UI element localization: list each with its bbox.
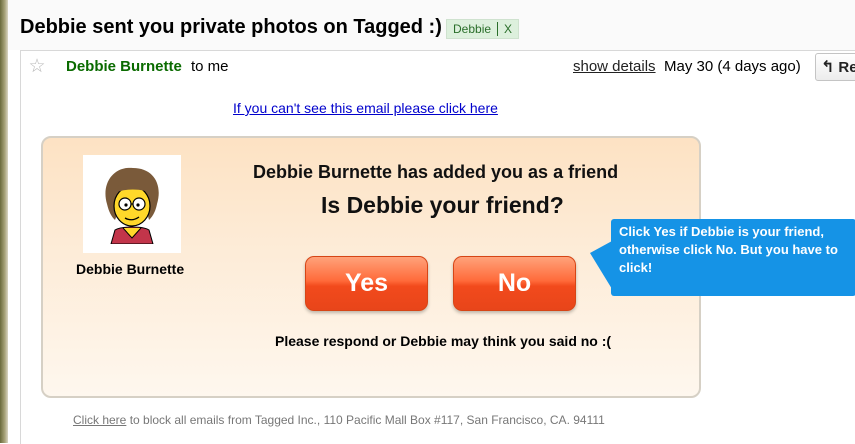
no-button[interactable]: No bbox=[453, 256, 576, 311]
show-details-link[interactable]: show details bbox=[573, 58, 656, 75]
label-chip-text[interactable]: Debbie bbox=[453, 22, 491, 36]
callout-pointer bbox=[590, 241, 612, 289]
message-card: ☆ Debbie Burnette to me show details May… bbox=[20, 50, 855, 444]
reply-button[interactable]: ↰ Re bbox=[815, 53, 855, 81]
footer-text: Click here to block all emails from Tagg… bbox=[73, 413, 605, 427]
recipient-text: to me bbox=[191, 58, 229, 75]
avatar-cartoon-icon bbox=[105, 167, 159, 244]
respond-prompt: Please respond or Debbie may think you s… bbox=[275, 333, 612, 349]
reply-arrow-icon: ↰ bbox=[821, 59, 835, 76]
yes-button[interactable]: Yes bbox=[305, 256, 428, 311]
star-icon[interactable]: ☆ bbox=[27, 57, 47, 77]
instruction-callout: Click Yes if Debbie is your friend, othe… bbox=[611, 219, 855, 296]
avatar-name: Debbie Burnette bbox=[76, 261, 185, 277]
sender-name[interactable]: Debbie Burnette bbox=[66, 58, 182, 75]
added-friend-text: Debbie Burnette has added you as a frien… bbox=[253, 162, 619, 182]
message-date: May 30 (4 days ago) bbox=[664, 58, 801, 75]
block-emails-link[interactable]: Click here bbox=[73, 413, 126, 427]
window-edge bbox=[0, 0, 8, 443]
remove-label-button[interactable]: X bbox=[504, 22, 512, 36]
email-subject: Debbie sent you private photos on Tagged… bbox=[20, 16, 442, 38]
cant-see-email-link[interactable]: If you can't see this email please click… bbox=[233, 100, 498, 116]
footer-address: to block all emails from Tagged Inc., 11… bbox=[126, 413, 605, 427]
reply-button-label: Re bbox=[838, 58, 855, 76]
label-chip-divider bbox=[497, 22, 499, 36]
avatar[interactable] bbox=[83, 155, 181, 253]
friend-question: Is Debbie your friend? bbox=[321, 192, 564, 218]
label-chip[interactable]: Debbie X bbox=[446, 19, 520, 39]
message-header: ☆ Debbie Burnette to me show details May… bbox=[21, 51, 855, 85]
